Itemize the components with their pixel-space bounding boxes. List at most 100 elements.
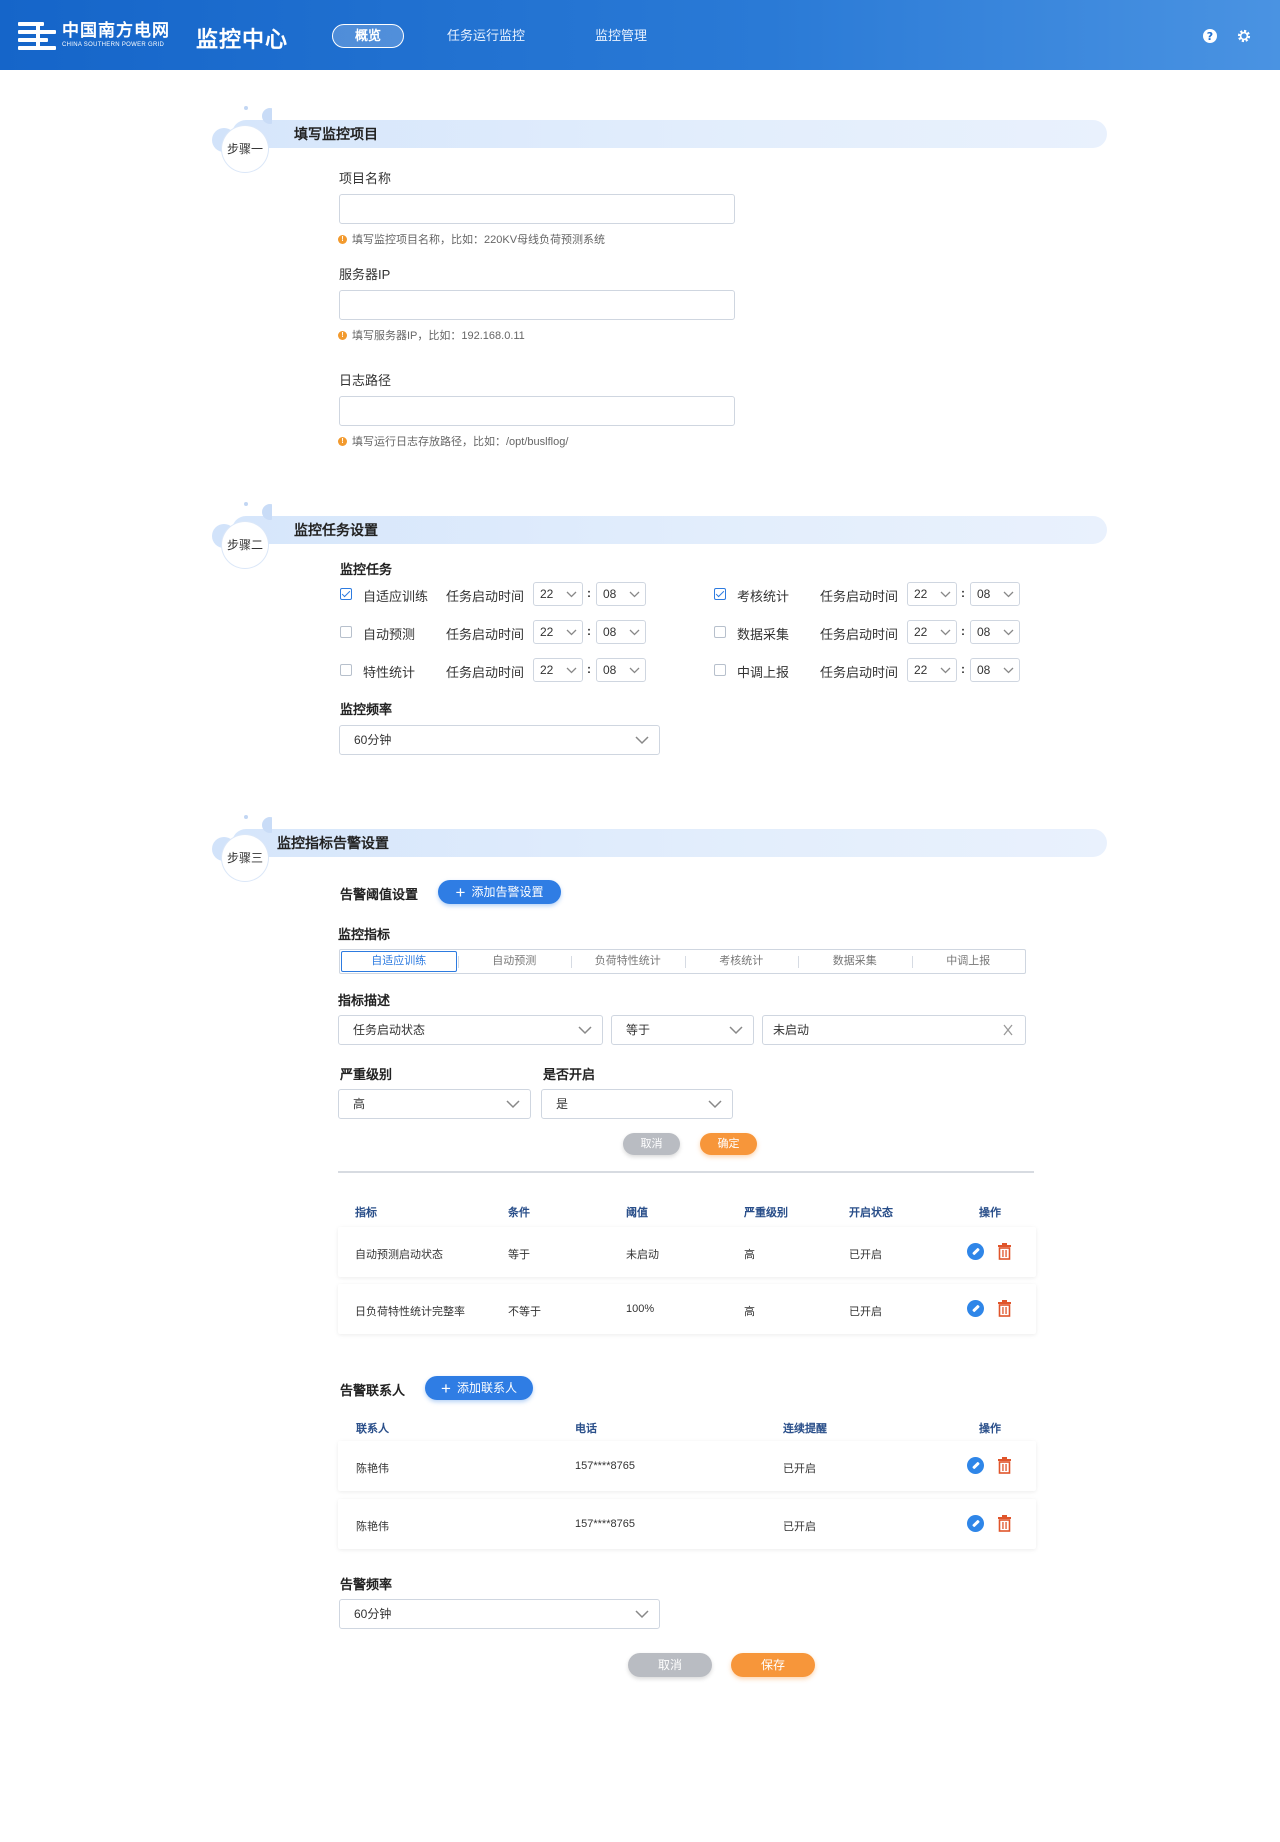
gear-icon[interactable] — [1236, 28, 1252, 44]
log-path-label: 日志路径 — [339, 373, 392, 388]
contact-col-header: 电话 — [575, 1423, 597, 1435]
hour-select[interactable]: 22 — [533, 620, 583, 644]
cancel-button[interactable]: 取消 — [628, 1653, 712, 1677]
task-checkbox[interactable] — [340, 664, 352, 676]
condition-select[interactable]: 等于 — [611, 1015, 754, 1045]
monitor-freq-select[interactable]: 60分钟 — [339, 725, 660, 755]
rule-col-header: 操作 — [979, 1207, 1001, 1219]
metric-desc-select[interactable]: 任务启动状态 — [338, 1015, 603, 1045]
time-colon: : — [587, 624, 591, 638]
logo: 中国南方电网 CHINA SOUTHERN POWER GRID — [18, 20, 170, 50]
server-ip-label: 服务器IP — [339, 267, 391, 282]
minute-select[interactable]: 08 — [596, 620, 646, 644]
severity-select[interactable]: 高 — [338, 1089, 531, 1119]
rule-cell-cond: 不等于 — [508, 1306, 541, 1318]
delete-icon[interactable] — [997, 1515, 1012, 1532]
step-badge: 步骤三 — [222, 835, 268, 881]
server-ip-input[interactable] — [339, 290, 735, 320]
enabled-select[interactable]: 是 — [541, 1089, 733, 1119]
task-start-time-label: 任务启动时间 — [820, 589, 899, 604]
minute-select[interactable]: 08 — [596, 658, 646, 682]
add-alarm-button[interactable]: + 添加告警设置 — [438, 880, 561, 904]
contact-row: 陈艳伟 157****8765 已开启 — [338, 1499, 1036, 1549]
tab-report[interactable]: 中调上报 — [911, 950, 1026, 973]
chevron-down-icon — [940, 629, 951, 636]
delete-icon[interactable] — [997, 1243, 1012, 1260]
chevron-down-icon — [635, 736, 649, 745]
add-contact-button[interactable]: + 添加联系人 — [425, 1376, 533, 1400]
rule-cell-status: 已开启 — [849, 1306, 882, 1318]
confirm-rule-button[interactable]: 确定 — [700, 1133, 757, 1155]
hour-select[interactable]: 22 — [907, 620, 957, 644]
divider — [338, 1171, 1034, 1173]
chevron-down-icon — [940, 667, 951, 674]
threshold-label: 告警阈值设置 — [340, 887, 419, 902]
cancel-rule-button[interactable]: 取消 — [623, 1133, 680, 1155]
clear-icon[interactable] — [1001, 1024, 1015, 1036]
minute-select[interactable]: 08 — [970, 658, 1020, 682]
minute-select[interactable]: 08 — [596, 582, 646, 606]
hour-select[interactable]: 22 — [533, 582, 583, 606]
minute-select[interactable]: 08 — [970, 582, 1020, 606]
edit-icon[interactable] — [967, 1515, 984, 1532]
delete-icon[interactable] — [997, 1300, 1012, 1317]
hour-select[interactable]: 22 — [907, 582, 957, 606]
step3-section: 步骤三 监控指标告警设置 — [212, 811, 1107, 881]
alarm-freq-label: 告警频率 — [340, 1577, 393, 1592]
chevron-down-icon — [940, 591, 951, 598]
step-badge: 步骤一 — [222, 126, 268, 172]
task-checkbox[interactable] — [714, 588, 726, 600]
log-path-input[interactable] — [339, 396, 735, 426]
time-colon: : — [961, 586, 965, 600]
contact-label: 告警联系人 — [340, 1383, 406, 1398]
plus-icon: + — [441, 1379, 451, 1398]
tab-data-collection[interactable]: 数据采集 — [798, 950, 912, 973]
minute-select[interactable]: 08 — [970, 620, 1020, 644]
section-title: 监控任务设置 — [294, 522, 378, 538]
edit-icon[interactable] — [967, 1457, 984, 1474]
delete-icon[interactable] — [997, 1457, 1012, 1474]
hour-select[interactable]: 22 — [533, 658, 583, 682]
threshold-value-input[interactable]: 未启动 — [762, 1015, 1026, 1045]
task-name: 数据采集 — [737, 627, 790, 642]
enabled-label: 是否开启 — [543, 1067, 596, 1082]
edit-icon[interactable] — [967, 1300, 984, 1317]
app-title: 监控中心 — [196, 27, 289, 52]
rule-row: 自动预测启动状态 等于 未启动 高 已开启 — [338, 1227, 1036, 1277]
help-icon[interactable]: ? — [1202, 28, 1218, 44]
project-name-hint: ! 填写监控项目名称，比如：220KV母线负荷预测系统 — [338, 231, 605, 247]
alarm-freq-select[interactable]: 60分钟 — [339, 1599, 660, 1629]
nav-task-monitor[interactable]: 任务运行监控 — [420, 24, 552, 48]
save-button[interactable]: 保存 — [731, 1653, 815, 1677]
tab-auto-forecast[interactable]: 自动预测 — [457, 950, 572, 973]
chevron-down-icon — [629, 591, 640, 598]
hour-select[interactable]: 22 — [907, 658, 957, 682]
rule-cell-threshold: 100% — [626, 1303, 655, 1315]
project-name-input[interactable] — [339, 194, 735, 224]
task-start-time-label: 任务启动时间 — [820, 665, 899, 680]
tab-load-stats[interactable]: 负荷特性统计 — [571, 950, 685, 973]
tab-adaptive-training[interactable]: 自适应训练 — [341, 951, 457, 972]
task-checkbox[interactable] — [340, 588, 352, 600]
section-title: 填写监控项目 — [294, 126, 378, 142]
rule-row: 日负荷特性统计完整率 不等于 100% 高 已开启 — [338, 1284, 1036, 1334]
task-checkbox[interactable] — [714, 626, 726, 638]
metric-label: 监控指标 — [338, 927, 391, 942]
rule-cell-severity: 高 — [744, 1306, 755, 1318]
edit-icon[interactable] — [967, 1243, 984, 1260]
server-ip-hint: ! 填写服务器IP，比如：192.168.0.11 — [338, 327, 525, 343]
task-checkbox[interactable] — [714, 664, 726, 676]
desc-label: 指标描述 — [338, 993, 391, 1008]
task-name: 自适应训练 — [363, 589, 429, 604]
project-name-label: 项目名称 — [339, 171, 392, 186]
chevron-down-icon — [629, 629, 640, 636]
contact-cell-name: 陈艳伟 — [356, 1463, 389, 1475]
tab-assessment-stats[interactable]: 考核统计 — [684, 950, 799, 973]
severity-label: 严重级别 — [340, 1067, 393, 1082]
task-checkbox[interactable] — [340, 626, 352, 638]
nav-overview[interactable]: 概览 — [332, 24, 405, 48]
nav-monitor-manage[interactable]: 监控管理 — [568, 24, 674, 48]
chevron-down-icon — [708, 1100, 722, 1109]
task-start-time-label: 任务启动时间 — [446, 665, 525, 680]
task-name: 自动预测 — [363, 627, 416, 642]
